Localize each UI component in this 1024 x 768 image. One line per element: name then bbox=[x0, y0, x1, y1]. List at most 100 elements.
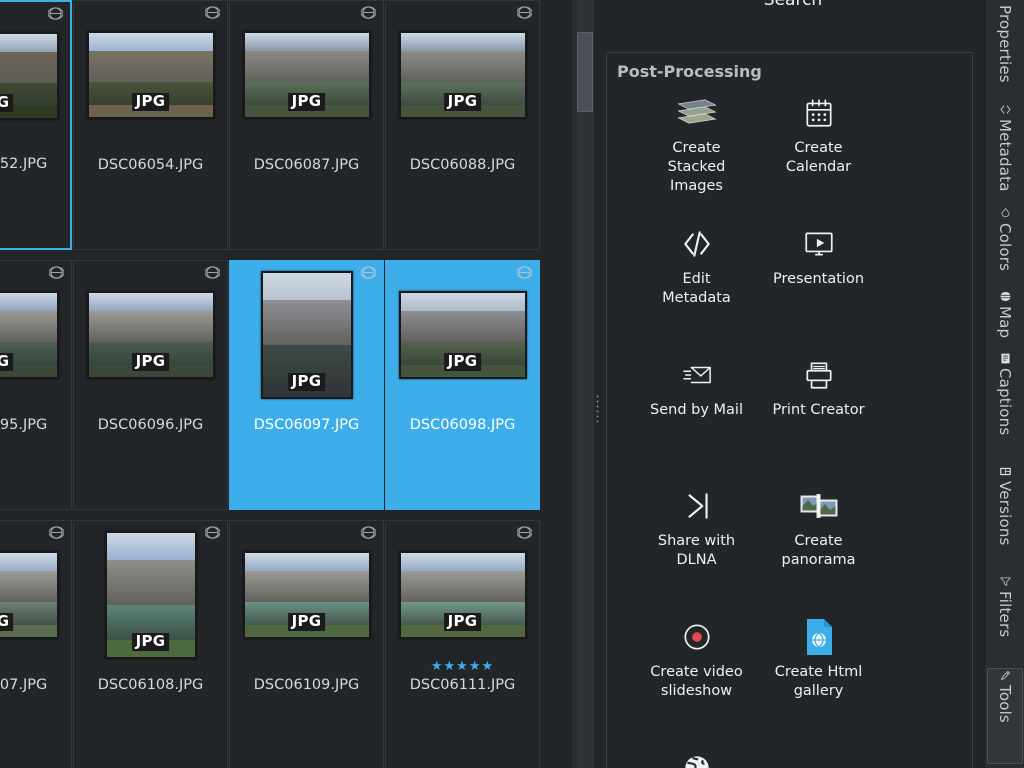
thumbnail-image[interactable]: JPG bbox=[261, 271, 353, 399]
panel-splitter[interactable] bbox=[594, 0, 602, 768]
thumbnail-filename: DSC06095.JPG bbox=[0, 417, 71, 433]
thumbnail-cell[interactable]: JPG DSC06052.JPG bbox=[0, 0, 72, 250]
thumb-mountain bbox=[401, 311, 525, 345]
thumbnail-cell[interactable]: JPG DSC06095.JPG bbox=[0, 260, 72, 510]
thumbnail-filename: DSC06107.JPG bbox=[0, 677, 71, 693]
sidebar-tab-label: Captions bbox=[996, 368, 1014, 435]
thumbnail-image-wrap[interactable]: JPG bbox=[386, 529, 539, 661]
thumbnail-image-wrap[interactable]: JPG bbox=[230, 269, 383, 401]
thumbnail-filename: DSC06096.JPG bbox=[74, 417, 227, 433]
sidebar-tab-map[interactable]: Map bbox=[987, 290, 1023, 348]
sidebar-tab-versions[interactable]: Versions bbox=[987, 465, 1023, 571]
thumbnail-filename: DSC06097.JPG bbox=[230, 417, 383, 433]
thumbnail-cell[interactable]: JPG ★★★★★ DSC06111.JPG bbox=[385, 520, 540, 768]
tool-label: Create Calendar bbox=[737, 139, 900, 177]
right-sidebar-tabbar[interactable]: Properties Metadata Colors Map Captions Versi… bbox=[984, 0, 1024, 768]
thumbnail-cell[interactable]: JPG DSC06096.JPG bbox=[73, 260, 228, 510]
thumbnail-cell[interactable]: JPGDSC06054.JPG bbox=[73, 0, 228, 250]
color-drop-icon bbox=[999, 207, 1012, 220]
thumbnail-image-wrap[interactable]: JPG bbox=[74, 529, 227, 661]
thumbnail-filename: DSC06052.JPG bbox=[0, 156, 70, 172]
sidebar-tab-label: Filters bbox=[996, 591, 1014, 637]
code-brackets-icon bbox=[999, 103, 1012, 116]
format-badge: JPG bbox=[444, 353, 482, 371]
globe-icon bbox=[615, 746, 778, 768]
thumbnail-image-wrap[interactable]: JPG bbox=[0, 529, 71, 661]
thumbnail-image[interactable]: JPG bbox=[399, 31, 527, 119]
geolocation-globe-icon bbox=[49, 525, 64, 540]
thumbnail-image-wrap[interactable]: JPG bbox=[0, 10, 70, 142]
thumbnail-image[interactable]: JPG bbox=[0, 291, 59, 379]
thumbnail-image-wrap[interactable]: JPG bbox=[74, 269, 227, 401]
sidebar-tab-metadata[interactable]: Metadata bbox=[987, 103, 1023, 203]
html-globe-file-icon bbox=[737, 615, 900, 659]
post-processing-title: Post-Processing bbox=[617, 62, 762, 81]
geolocation-globe-icon bbox=[361, 5, 376, 20]
thumbnail-filename: DSC06087.JPG bbox=[230, 157, 383, 173]
tool-button[interactable]: Create Html gallery bbox=[737, 615, 900, 701]
thumb-mountain bbox=[107, 560, 195, 610]
sidebar-tab-label: Colors bbox=[996, 223, 1014, 271]
format-badge: JPG bbox=[288, 373, 326, 391]
thumbnail-image-wrap[interactable]: JPG bbox=[230, 9, 383, 141]
thumbnail-cell[interactable]: JPG DSC06087.JPG bbox=[229, 0, 384, 250]
star-rating[interactable]: ★★★★★ bbox=[386, 660, 539, 673]
format-badge: JPG bbox=[0, 94, 13, 112]
thumbnail-cell[interactable]: JPGDSC06088.JPG bbox=[385, 0, 540, 250]
thumbnail-filename: DSC06111.JPG bbox=[386, 677, 539, 693]
geolocation-globe-icon bbox=[205, 265, 220, 280]
thumbnail-image[interactable]: JPG bbox=[87, 31, 215, 119]
sidebar-tab-tools[interactable]: Tools bbox=[987, 668, 1023, 764]
thumbnail-cell[interactable]: JPGDSC06098.JPG bbox=[385, 260, 540, 510]
thumbnail-image[interactable]: JPG bbox=[399, 551, 527, 639]
format-badge: JPG bbox=[132, 633, 170, 651]
thumbnail-image[interactable]: JPG bbox=[243, 551, 371, 639]
thumbnail-image[interactable]: JPG bbox=[105, 531, 197, 659]
sidebar-tab-label: Properties bbox=[996, 5, 1014, 83]
geolocation-globe-icon bbox=[361, 265, 376, 280]
captions-icon bbox=[999, 352, 1012, 365]
format-badge: JPG bbox=[0, 613, 13, 631]
thumbnail-filename: DSC06108.JPG bbox=[74, 677, 227, 693]
grid-scrollbar-thumb[interactable] bbox=[577, 32, 593, 112]
format-badge: JPG bbox=[288, 613, 326, 631]
thumbnail-image[interactable]: JPG bbox=[399, 291, 527, 379]
thumb-mountain bbox=[263, 300, 351, 350]
sidebar-tab-label: Versions bbox=[996, 481, 1014, 546]
thumbnail-image-wrap[interactable]: JPG bbox=[0, 269, 71, 401]
format-badge: JPG bbox=[132, 93, 170, 111]
tool-label: Create panorama bbox=[737, 532, 900, 570]
geolocation-globe-icon bbox=[517, 5, 532, 20]
thumbnail-cell[interactable]: JPGDSC06109.JPG bbox=[229, 520, 384, 768]
thumbnail-image[interactable]: JPG bbox=[87, 291, 215, 379]
thumbnail-image-wrap[interactable]: JPG bbox=[74, 9, 227, 141]
thumbnail-cell[interactable]: JPG DSC06107.JPG bbox=[0, 520, 72, 768]
thumb-mountain bbox=[401, 571, 525, 605]
thumbnail-image[interactable]: JPG bbox=[243, 31, 371, 119]
sidebar-tab-label: Map bbox=[996, 306, 1014, 338]
thumbnail-grid[interactable]: JPGDSC06052.JPGJPGDSC06054.JPGJPGDSC0608… bbox=[0, 0, 572, 768]
tool-button[interactable]: Presentation bbox=[737, 222, 900, 289]
geolocation-globe-icon bbox=[517, 525, 532, 540]
thumbnail-cell[interactable]: JPG DSC06108.JPG bbox=[73, 520, 228, 768]
thumbnail-image-wrap[interactable]: JPG bbox=[386, 269, 539, 401]
thumb-mountain bbox=[0, 52, 57, 86]
tool-button[interactable]: Create Calendar bbox=[737, 91, 900, 177]
calendar-icon bbox=[737, 91, 900, 135]
thumbnail-image-wrap[interactable]: JPG bbox=[386, 9, 539, 141]
thumbnail-image[interactable]: JPG bbox=[0, 32, 59, 120]
geolocation-globe-icon bbox=[517, 265, 532, 280]
sidebar-tab-properties[interactable]: Properties bbox=[987, 2, 1023, 98]
tool-button[interactable] bbox=[615, 746, 778, 768]
geolocation-globe-icon bbox=[205, 525, 220, 540]
tool-button[interactable]: Create panorama bbox=[737, 484, 900, 570]
thumbnail-image[interactable]: JPG bbox=[0, 551, 59, 639]
thumbnail-cell[interactable]: JPG DSC06097.JPG bbox=[229, 260, 384, 510]
sidebar-tab-captions[interactable]: Captions bbox=[987, 352, 1023, 462]
grid-scrollbar-track[interactable] bbox=[577, 0, 594, 768]
versions-icon bbox=[999, 465, 1012, 478]
sidebar-tab-colors[interactable]: Colors bbox=[987, 207, 1023, 287]
thumbnail-image-wrap[interactable]: JPG bbox=[230, 529, 383, 661]
tool-button[interactable]: Print Creator bbox=[737, 353, 900, 420]
sidebar-tab-filters[interactable]: Filters bbox=[987, 575, 1023, 663]
